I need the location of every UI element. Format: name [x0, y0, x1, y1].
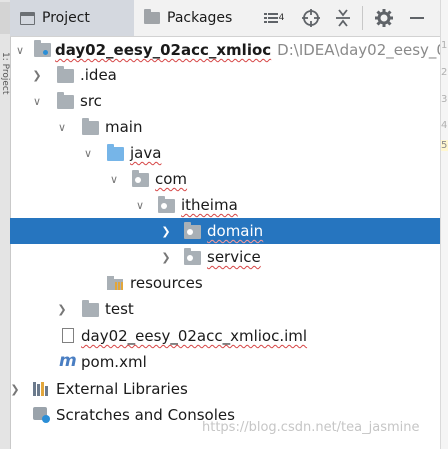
tree-label-java: java — [130, 144, 162, 162]
tree-row-domain[interactable]: ❯ domain — [10, 218, 440, 244]
tree-row-root[interactable]: ∨ day02_eesy_02acc_xmlioc D:\IDEA\day02_e… — [10, 37, 448, 63]
chevron-right-icon[interactable]: ❯ — [9, 383, 21, 396]
chevron-down-icon[interactable]: ∨ — [134, 199, 146, 212]
project-window-icon — [20, 11, 35, 25]
tree-row-iml[interactable]: day02_eesy_02acc_xmlioc.iml — [10, 323, 440, 349]
tree-row-service[interactable]: ❯ service — [10, 244, 440, 270]
tree-row-idea[interactable]: ❯ .idea — [10, 62, 440, 88]
scroll-from-source-button[interactable] — [294, 0, 328, 36]
line-number: 5 — [441, 140, 448, 151]
project-toolbar: Project Packages 4 — [10, 0, 440, 37]
minimize-button[interactable] — [401, 0, 433, 36]
list-count: 4 — [278, 13, 285, 23]
folder-icon — [57, 92, 74, 109]
package-icon — [184, 248, 201, 265]
iml-file-icon — [62, 328, 74, 343]
tree-label-com: com — [155, 170, 188, 188]
tree-row-external-libraries[interactable]: ❯ External Libraries — [10, 376, 440, 402]
tree-label-idea: .idea — [80, 66, 117, 84]
folder-icon — [57, 66, 74, 83]
tree-label-resources: resources — [130, 274, 203, 292]
tree-row-pom[interactable]: m pom.xml — [10, 349, 440, 375]
settings-button[interactable] — [367, 0, 401, 36]
project-tool-button[interactable] — [0, 2, 10, 34]
crosshair-icon — [302, 9, 320, 27]
tab-packages[interactable]: Packages — [134, 0, 254, 36]
chevron-down-icon[interactable]: ∨ — [56, 121, 68, 134]
tree-label-service: service — [207, 248, 261, 266]
tree-row-main[interactable]: ∨ main — [10, 114, 440, 140]
tree-row-src[interactable]: ∨ src — [10, 88, 440, 114]
tree-row-java[interactable]: ∨ java — [10, 140, 440, 166]
scratch-icon — [33, 407, 50, 423]
tree-label-external-libraries: External Libraries — [56, 380, 188, 398]
tree-label-domain: domain — [207, 222, 264, 240]
chevron-down-icon[interactable]: ∨ — [82, 147, 94, 160]
tree-row-resources[interactable]: resources — [10, 270, 440, 296]
line-number: 1 — [441, 40, 448, 51]
chevron-down-icon[interactable]: ∨ — [108, 173, 120, 186]
collapse-icon — [336, 9, 350, 27]
package-icon — [184, 222, 201, 239]
tree-row-com[interactable]: ∨ com — [10, 166, 440, 192]
tree-label-itheima: itheima — [181, 196, 238, 214]
watermark: https://blog.csdn.net/tea_jasmine — [202, 420, 420, 435]
list-count-button[interactable]: 4 — [254, 0, 294, 36]
editor-line-gutter: 1 2 3 4 5 — [440, 0, 448, 449]
package-icon — [132, 170, 149, 187]
chevron-right-icon[interactable]: ❯ — [31, 69, 43, 82]
packages-icon — [144, 9, 160, 24]
toolbar-divider — [362, 6, 363, 30]
list-icon — [263, 13, 278, 23]
folder-icon — [82, 300, 99, 317]
folder-icon — [82, 118, 99, 135]
chevron-down-icon[interactable]: ∨ — [31, 95, 43, 108]
tab-project[interactable]: Project — [10, 0, 134, 36]
module-icon — [34, 40, 51, 57]
package-icon — [158, 196, 175, 213]
line-number: 4 — [441, 120, 448, 131]
minimize-icon — [410, 17, 424, 19]
tab-project-label: Project — [42, 10, 90, 26]
tree-label-main: main — [105, 118, 143, 136]
collapse-all-button[interactable] — [328, 0, 358, 36]
tree-label-pom: pom.xml — [81, 353, 147, 371]
tree-row-itheima[interactable]: ∨ itheima — [10, 192, 440, 218]
maven-icon: m — [59, 351, 77, 371]
tree-label-iml: day02_eesy_02acc_xmlioc.iml — [81, 327, 308, 345]
chevron-right-icon[interactable]: ❯ — [160, 225, 172, 238]
chevron-right-icon[interactable]: ❯ — [160, 251, 172, 264]
project-strip-label: 1: Project — [0, 52, 10, 95]
chevron-down-icon[interactable]: ∨ — [14, 44, 26, 57]
tree-label-src: src — [80, 92, 102, 110]
gear-icon — [375, 9, 393, 27]
chevron-right-icon[interactable]: ❯ — [56, 303, 68, 316]
resources-folder-icon — [107, 276, 124, 290]
line-number: 2 — [441, 67, 448, 78]
root-module-path: D:\IDEA\day02_eesy_02a — [277, 41, 448, 59]
tree-label-test: test — [105, 300, 134, 318]
tree-row-test[interactable]: ❯ test — [10, 296, 440, 322]
library-icon — [33, 382, 50, 396]
root-module-name: day02_eesy_02acc_xmlioc — [55, 41, 272, 59]
line-number: 3 — [441, 94, 448, 105]
tab-packages-label: Packages — [167, 10, 233, 26]
source-folder-icon — [107, 144, 124, 161]
